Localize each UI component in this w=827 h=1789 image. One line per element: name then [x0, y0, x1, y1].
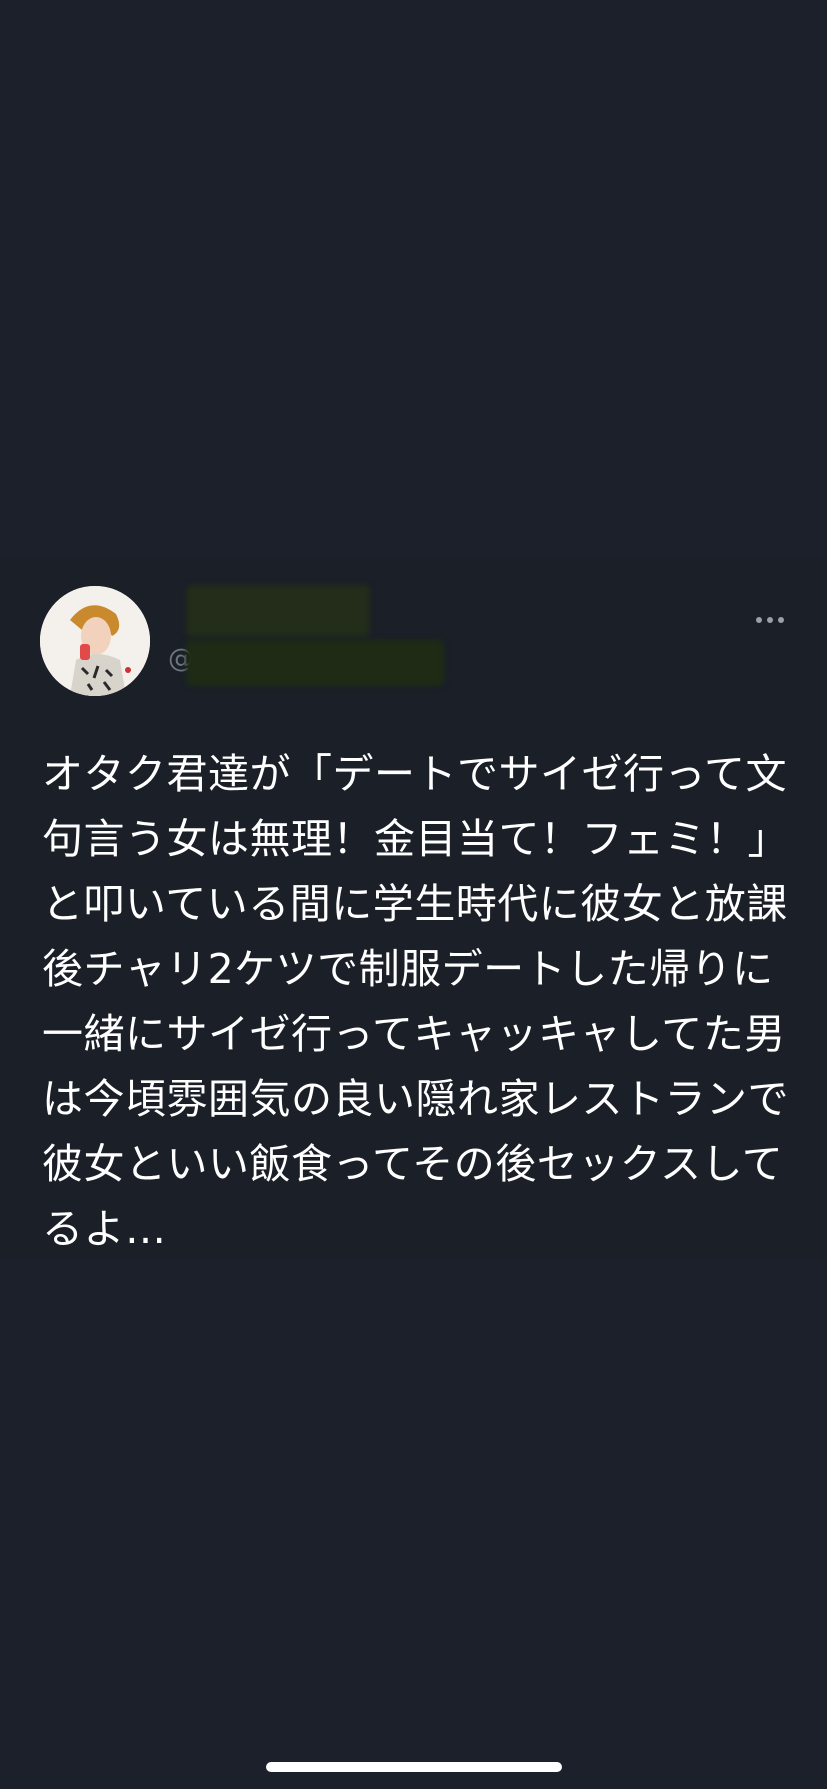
- more-options-icon: [756, 617, 762, 623]
- redaction-mark-name: [186, 585, 370, 637]
- more-options-icon: [767, 617, 773, 623]
- avatar[interactable]: [40, 586, 150, 696]
- redaction-mark-handle: [186, 640, 444, 686]
- more-options-icon: [778, 617, 784, 623]
- tweet-text: オタク君達が「デートでサイゼ行って文句言う女は無理！金目当て！フェミ！」と叩いて…: [42, 750, 789, 1253]
- profile-avatar-illustration: [40, 586, 150, 696]
- home-indicator[interactable]: [266, 1762, 562, 1772]
- more-options-button[interactable]: [750, 600, 790, 640]
